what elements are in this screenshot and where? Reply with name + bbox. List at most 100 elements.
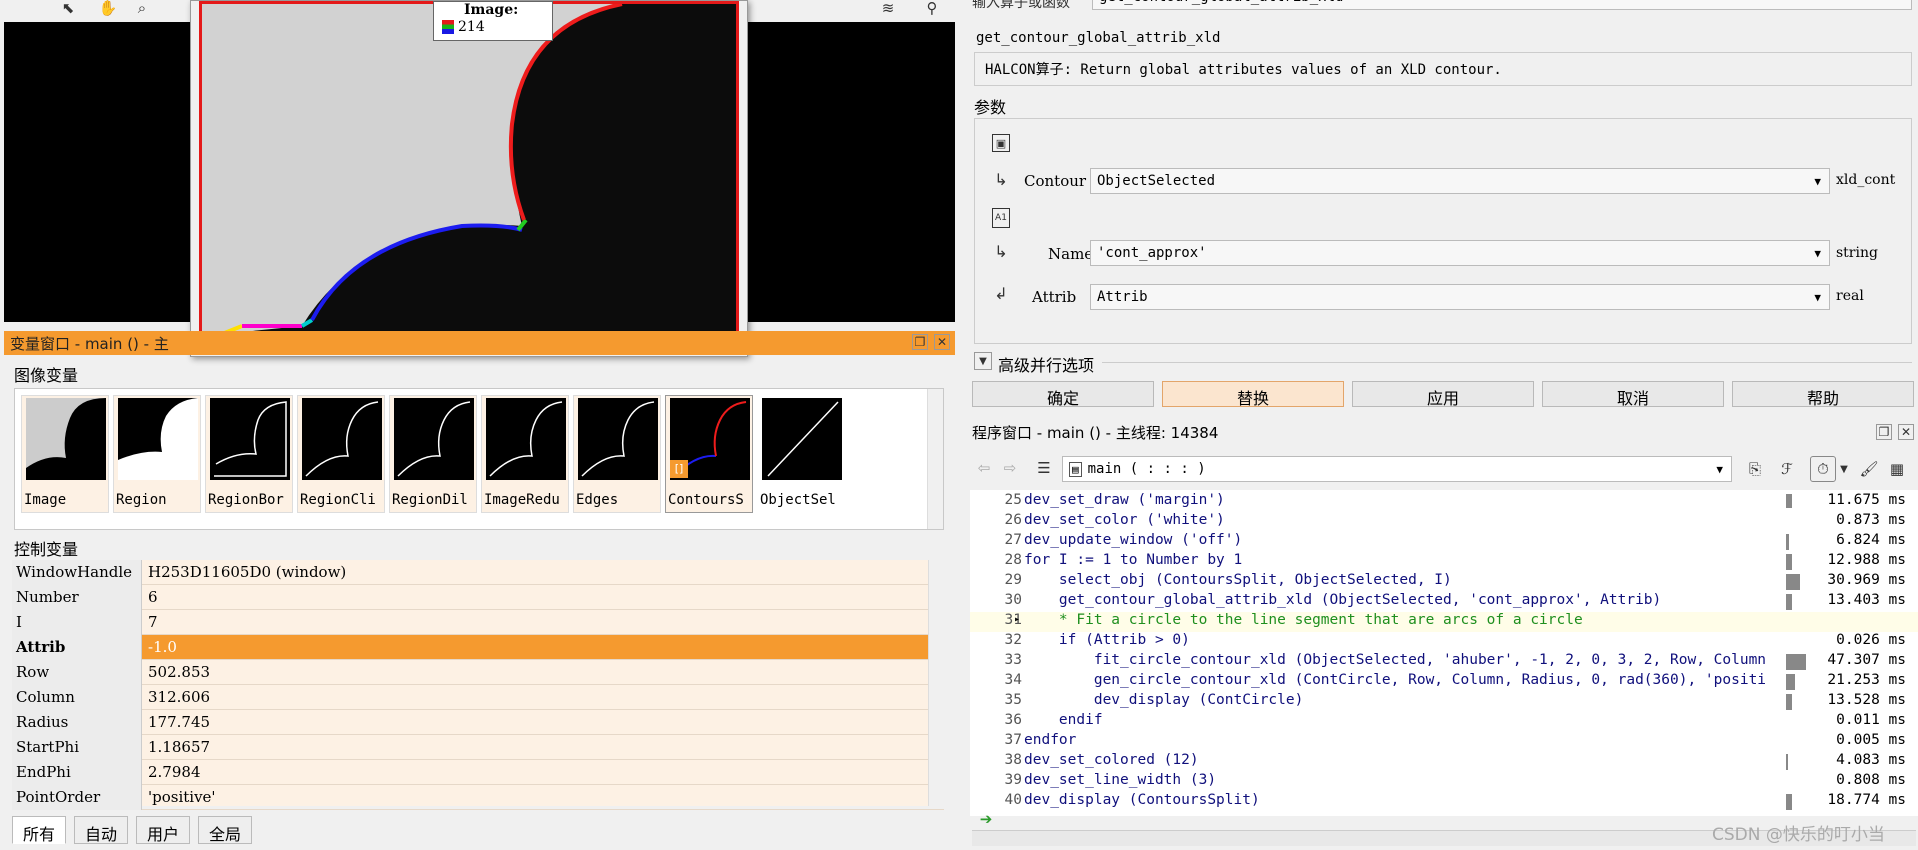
operator-input-label: 输入算子或函数: [972, 0, 1070, 11]
line-number: 26: [1004, 512, 1022, 528]
zoom-icon[interactable]: ⌕: [130, 0, 154, 17]
image-var-thumb[interactable]: Image: [21, 395, 109, 513]
pin-icon[interactable]: ⚲: [920, 0, 944, 17]
control-var-row[interactable]: Radius 177.745: [12, 710, 944, 735]
image-var-thumb[interactable]: RegionBor: [205, 395, 293, 513]
code-line[interactable]: 37 endfor 0.005 ms: [970, 732, 1918, 752]
image-var-thumb[interactable]: Region: [113, 395, 201, 513]
control-vars-label: 控制变量: [14, 540, 79, 559]
code-line[interactable]: 36 endif 0.011 ms: [970, 712, 1918, 732]
code-line[interactable]: 32 if (Attrib > 0) 0.026 ms: [970, 632, 1918, 652]
control-table-scrollbar[interactable]: [928, 560, 944, 806]
image-var-thumb[interactable]: ObjectSel: [757, 395, 845, 513]
param-contour-select[interactable]: ObjectSelected ▼: [1090, 168, 1830, 194]
control-var-row[interactable]: Number 6: [12, 585, 944, 610]
tab-auto[interactable]: 自动: [74, 816, 129, 844]
image-var-thumb[interactable]: ImageRedu: [481, 395, 569, 513]
ok-button[interactable]: 确定: [972, 381, 1154, 408]
cancel-button[interactable]: 取消: [1542, 381, 1724, 408]
tuple-badge-icon: []: [670, 460, 688, 478]
help-button[interactable]: 帮助: [1732, 381, 1914, 408]
code-line[interactable]: 39 dev_set_line_width (3) 0.808 ms: [970, 772, 1918, 792]
code-text: dev_update_window ('off'): [1024, 532, 1243, 548]
code-line[interactable]: 38 dev_set_colored (12) 4.083 ms: [970, 752, 1918, 772]
code-text: if (Attrib > 0): [1024, 632, 1190, 648]
tab-global[interactable]: 全局: [198, 816, 253, 844]
param-attrib-value: Attrib: [1097, 289, 1148, 305]
image-variables-strip: Image Region RegionBor RegionCli RegionD…: [14, 388, 944, 530]
control-var-row-selected[interactable]: Attrib -1.0: [12, 635, 944, 660]
control-var-row[interactable]: WindowHandle H253D11605D0 (window): [12, 560, 944, 585]
advanced-options-label[interactable]: 高级并行选项: [998, 352, 1094, 376]
code-text: dev_set_draw ('margin'): [1024, 492, 1225, 508]
close-icon[interactable]: ✕: [1898, 424, 1914, 440]
control-var-row[interactable]: Column 312.606: [12, 685, 944, 710]
brush-icon[interactable]: 🖌: [1858, 458, 1880, 480]
line-number: 38: [1004, 752, 1022, 768]
line-number: 25: [1004, 492, 1022, 508]
line-time: 6.824 ms: [1836, 532, 1906, 548]
restore-icon[interactable]: ❐: [912, 334, 928, 350]
param-name-value: 'cont_approx': [1097, 245, 1207, 261]
variable-window-title-text: 变量窗口 - main () - 主: [10, 335, 169, 353]
apply-button[interactable]: 应用: [1352, 381, 1534, 408]
code-text: dev_display (ContCircle): [1024, 692, 1304, 708]
code-line[interactable]: 33 fit_circle_contour_xld (ObjectSelecte…: [970, 652, 1918, 672]
code-line[interactable]: 35 dev_display (ContCircle) 13.528 ms: [970, 692, 1918, 712]
expand-chevron-icon[interactable]: ▼: [974, 352, 992, 370]
image-var-thumb[interactable]: [] ContoursS: [665, 395, 753, 513]
code-line[interactable]: 40 dev_display (ContoursSplit) 18.774 ms: [970, 792, 1918, 812]
code-line-current[interactable]: 31 ▸ * Fit a circle to the line segment t…: [970, 612, 1918, 632]
procedure-selector[interactable]: ▤ main ( : : : ) ▼: [1062, 456, 1732, 482]
code-line[interactable]: 34 gen_circle_contour_xld (ContCircle, R…: [970, 672, 1918, 692]
line-number: 35: [1004, 692, 1022, 708]
code-line[interactable]: 25 dev_set_draw ('margin') 11.675 ms: [970, 492, 1918, 512]
pan-icon[interactable]: ✋: [96, 0, 120, 17]
back-arrow-icon[interactable]: ⇦: [974, 458, 994, 478]
line-time: 0.808 ms: [1836, 772, 1906, 788]
control-var-row[interactable]: EndPhi 2.7984: [12, 760, 944, 785]
code-line[interactable]: 28 for I := 1 to Number by 1 12.988 ms: [970, 552, 1918, 572]
operator-input[interactable]: get_contour_global_attrib_xld: [1092, 0, 1912, 10]
restore-icon[interactable]: ❐: [1876, 424, 1892, 440]
variable-window-title: 变量窗口 - main () - 主: [4, 331, 955, 355]
image-var-thumb[interactable]: RegionCli: [297, 395, 385, 513]
control-var-row[interactable]: StartPhi 1.18657: [12, 735, 944, 760]
param-attrib-select[interactable]: Attrib ▼: [1090, 284, 1830, 310]
procedure-list-icon[interactable]: ☰: [1034, 458, 1054, 478]
tab-all[interactable]: 所有: [12, 816, 67, 844]
image-var-thumb[interactable]: RegionDil: [389, 395, 477, 513]
profile-bar: [1786, 574, 1800, 590]
chevron-down-icon[interactable]: ▼: [1838, 458, 1850, 480]
param-name-select[interactable]: 'cont_approx' ▼: [1090, 240, 1830, 266]
code-line[interactable]: 26 dev_set_color ('white') 0.873 ms: [970, 512, 1918, 532]
control-var-row[interactable]: PointOrder 'positive': [12, 785, 944, 810]
code-line[interactable]: 27 dev_update_window ('off') 6.824 ms: [970, 532, 1918, 552]
control-var-name: WindowHandle: [12, 560, 142, 585]
layers-icon[interactable]: ≋: [876, 0, 900, 17]
image-var-thumb[interactable]: Edges: [573, 395, 661, 513]
image-var-label: Edges: [576, 492, 619, 508]
code-line[interactable]: 30 get_contour_global_attrib_xld (Object…: [970, 592, 1918, 612]
control-var-row[interactable]: I7: [12, 610, 944, 635]
control-var-row[interactable]: Row 502.853: [12, 660, 944, 685]
profiler-stopwatch-icon[interactable]: ⏱: [1810, 456, 1836, 482]
calculator-icon[interactable]: ▦: [1886, 458, 1908, 480]
code-text: endif: [1024, 712, 1103, 728]
close-icon[interactable]: ✕: [934, 334, 950, 350]
edit-procedure-icon[interactable]: ⎘: [1744, 458, 1766, 480]
zoom-window[interactable]: Image: 214: [190, 0, 748, 357]
code-text: get_contour_global_attrib_xld (ObjectSel…: [1024, 592, 1662, 608]
image-strip-scrollbar[interactable]: [927, 389, 943, 529]
replace-button[interactable]: 替换: [1162, 381, 1344, 408]
tab-user[interactable]: 用户: [136, 816, 191, 844]
program-editor[interactable]: 25 dev_set_draw ('margin') 11.675 ms 26 dev…: [970, 490, 1918, 816]
line-number: 37: [1004, 732, 1022, 748]
line-time: 47.307 ms: [1827, 652, 1906, 668]
clear-format-icon[interactable]: ℱ: [1776, 458, 1798, 480]
pointer-icon[interactable]: ⬉: [56, 0, 80, 17]
forward-arrow-icon[interactable]: ⇨: [1000, 458, 1020, 478]
line-number: 27: [1004, 532, 1022, 548]
profile-bar: [1786, 554, 1792, 570]
code-line[interactable]: 29 select_obj (ContoursSplit, ObjectSele…: [970, 572, 1918, 592]
